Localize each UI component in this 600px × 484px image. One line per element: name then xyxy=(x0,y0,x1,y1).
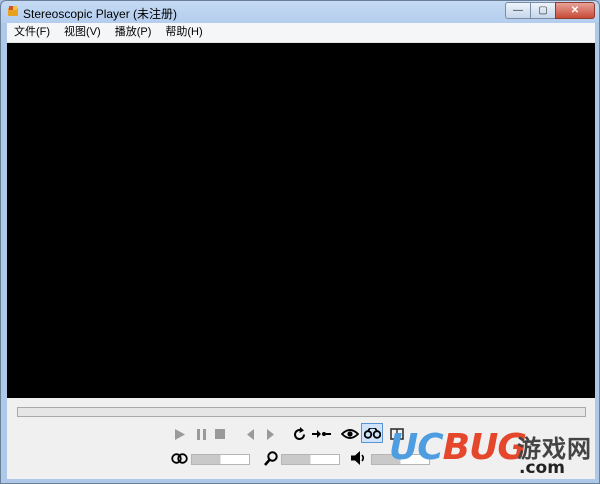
watermark-brand: UCBUG xyxy=(389,427,527,468)
video-area[interactable] xyxy=(7,43,595,398)
seek-bar[interactable] xyxy=(17,407,586,417)
client-area: 文件(F) 视图(V) 播放(P) 帮助(H) xyxy=(7,23,595,479)
zoom-slider[interactable] xyxy=(281,454,340,465)
caption-buttons: — ▢ ✕ xyxy=(505,2,595,19)
stop-icon[interactable] xyxy=(213,427,227,441)
swap-eyes-icon[interactable] xyxy=(311,426,331,442)
stereo-glasses-icon[interactable] xyxy=(361,423,383,443)
play-icon[interactable] xyxy=(173,427,187,441)
previous-frame-icon[interactable] xyxy=(243,427,257,441)
window-title: Stereoscopic Player (未注册) xyxy=(23,7,178,21)
parallax-icon xyxy=(170,451,188,465)
maximize-button[interactable]: ▢ xyxy=(530,2,555,19)
menu-view[interactable]: 视图(V) xyxy=(57,23,108,42)
watermark-logo: UCBUG 游戏网 .com xyxy=(389,427,595,481)
menu-bar: 文件(F) 视图(V) 播放(P) 帮助(H) xyxy=(7,23,595,43)
minimize-button[interactable]: — xyxy=(505,2,530,19)
menu-help[interactable]: 帮助(H) xyxy=(158,23,209,42)
menu-file[interactable]: 文件(F) xyxy=(7,23,57,42)
close-button[interactable]: ✕ xyxy=(555,2,595,19)
app-icon xyxy=(8,6,18,16)
watermark-domain: .com xyxy=(519,458,565,478)
zoom-icon xyxy=(263,450,279,466)
volume-icon xyxy=(350,450,368,466)
title-bar[interactable]: Stereoscopic Player (未注册) — ▢ ✕ xyxy=(1,1,599,23)
pause-icon[interactable] xyxy=(194,427,208,441)
eye-icon[interactable] xyxy=(340,426,360,442)
app-window: Stereoscopic Player (未注册) — ▢ ✕ 文件(F) 视图… xyxy=(0,0,600,484)
next-frame-icon[interactable] xyxy=(263,427,277,441)
parallax-slider[interactable] xyxy=(191,454,250,465)
menu-play[interactable]: 播放(P) xyxy=(108,23,159,42)
loop-icon[interactable] xyxy=(291,426,307,442)
